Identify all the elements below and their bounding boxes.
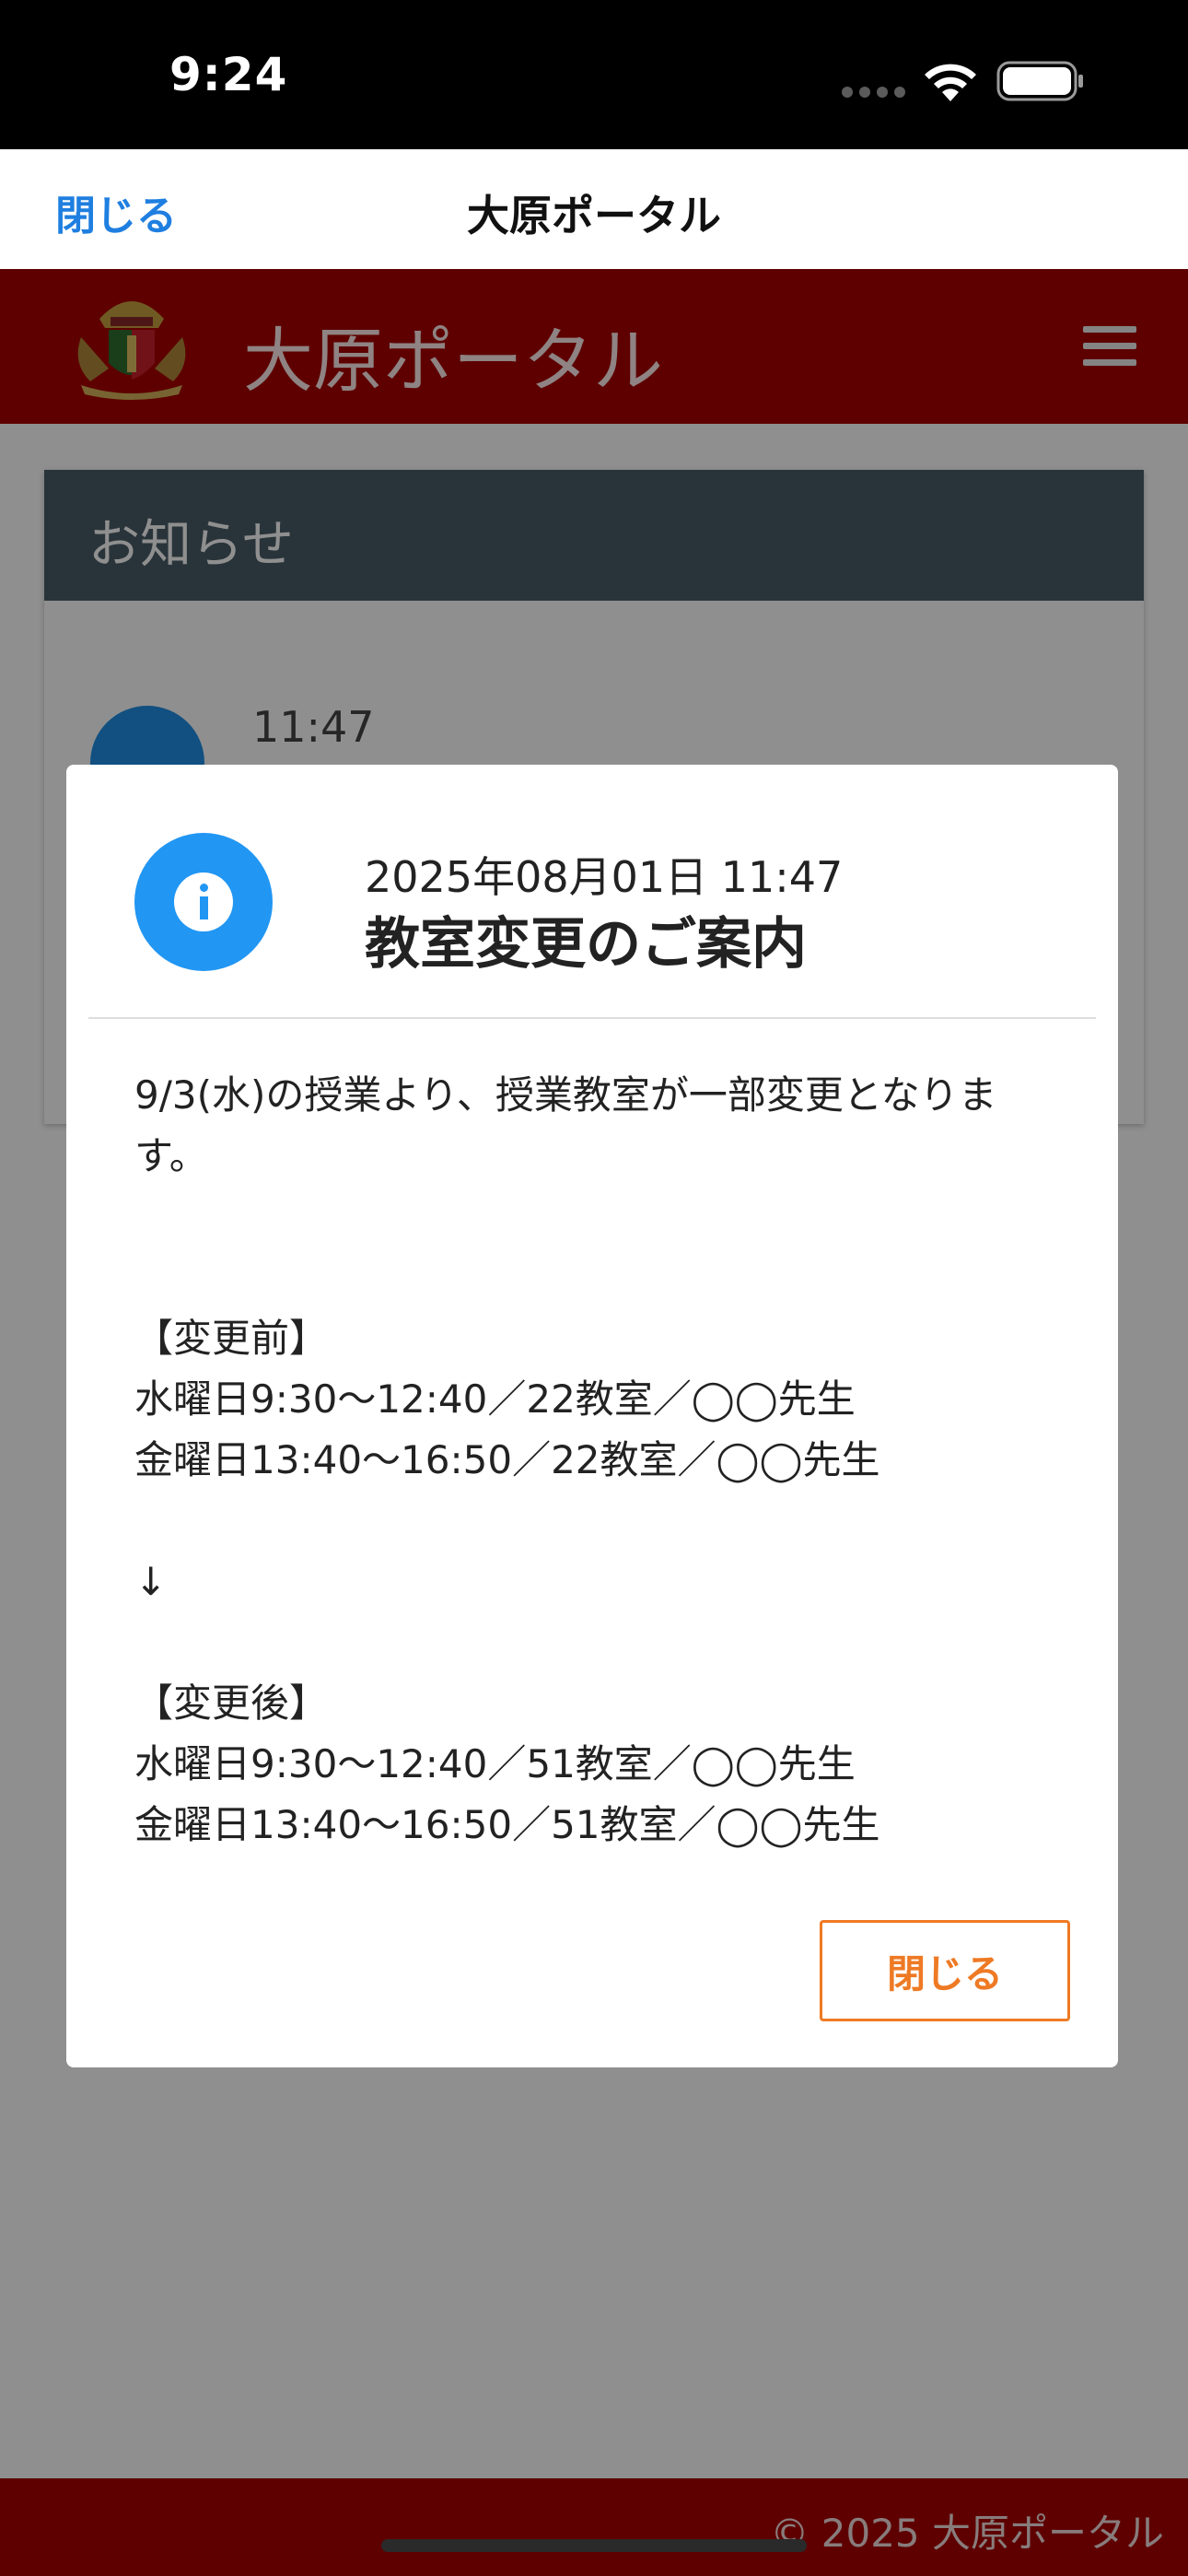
modal-title: 教室変更のご案内 <box>365 912 807 977</box>
nav-title: 大原ポータル <box>467 191 721 240</box>
notice-modal: 2025年08月01日 11:47 教室変更のご案内 9/3(水)の授業より、授… <box>66 765 1118 2067</box>
status-bar: 9:24 <box>0 0 1188 149</box>
body-line <box>134 1187 1055 1247</box>
wifi-icon <box>925 64 976 101</box>
body-line: 金曜日13:40〜16:50／51教室／◯◯先生 <box>134 1802 880 1847</box>
status-time: 9:24 <box>169 48 288 101</box>
modal-date: 2025年08月01日 11:47 <box>365 852 844 902</box>
body-line <box>134 1491 1055 1551</box>
cellular-signal-icon <box>842 87 906 98</box>
home-indicator <box>381 2539 807 2552</box>
body-line: 水曜日9:30〜12:40／22教室／◯◯先生 <box>134 1376 856 1422</box>
battery-icon <box>996 61 1083 101</box>
modal-body: 9/3(水)の授業より、授業教室が一部変更となります。 【変更前】 水曜日9:3… <box>134 1065 1055 1856</box>
body-line: 金曜日13:40〜16:50／22教室／◯◯先生 <box>134 1437 880 1482</box>
body-line: 水曜日9:30〜12:40／51教室／◯◯先生 <box>134 1741 856 1786</box>
body-line: 9/3(水)の授業より、授業教室が一部変更となります。 <box>134 1072 997 1178</box>
info-icon <box>134 833 273 971</box>
body-line: 【変更後】 <box>134 1680 329 1726</box>
navigation-bar: 閉じる 大原ポータル <box>0 149 1188 270</box>
body-line: 【変更前】 <box>134 1316 329 1361</box>
body-line: ↓ <box>134 1559 168 1604</box>
modal-close-button[interactable]: 閉じる <box>820 1920 1070 2021</box>
modal-divider <box>88 1017 1096 1019</box>
body-line <box>134 1247 1055 1308</box>
body-line <box>134 1612 1055 1673</box>
